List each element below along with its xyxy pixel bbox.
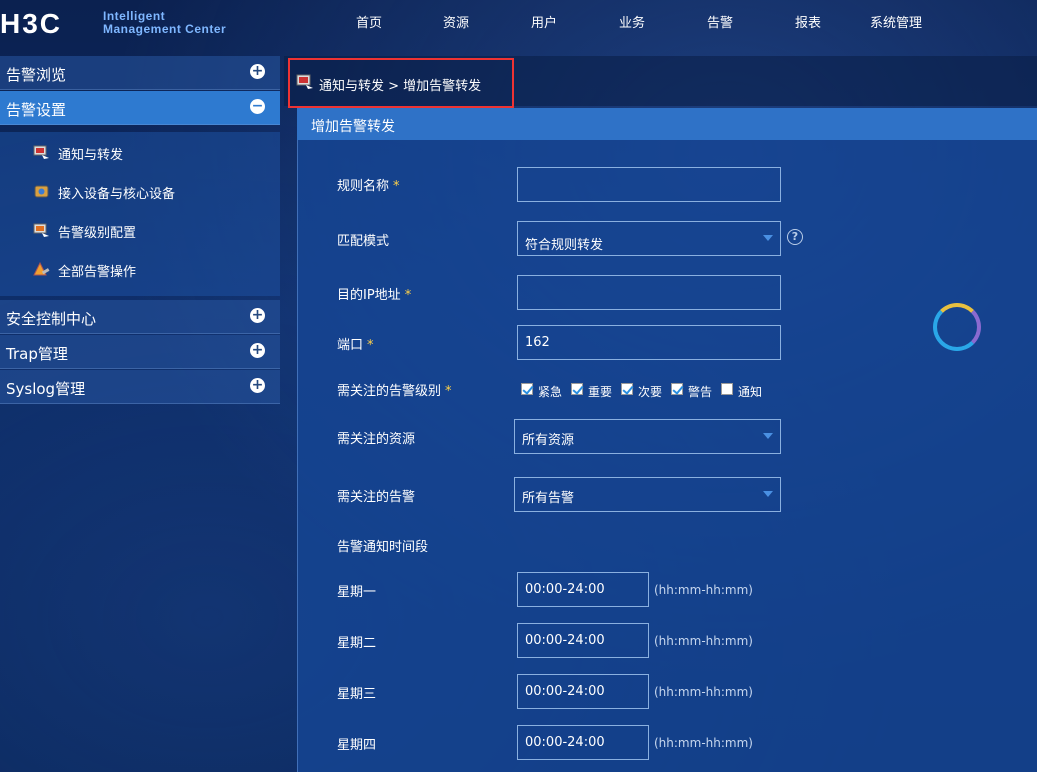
- time-format-hint: (hh:mm-hh:mm): [654, 736, 753, 750]
- time-format-hint: (hh:mm-hh:mm): [654, 583, 753, 597]
- level-major-label: 重要: [588, 385, 613, 399]
- monday-label: 星期一: [337, 585, 377, 600]
- breadcrumb[interactable]: 通知与转发 > 增加告警转发: [319, 75, 481, 94]
- match-mode-select[interactable]: 符合规则转发: [517, 221, 781, 256]
- time-format-hint: (hh:mm-hh:mm): [654, 634, 753, 648]
- alarms-label: 需关注的告警: [337, 490, 416, 505]
- notify-forward-icon: [296, 74, 313, 89]
- time-format-hint: (hh:mm-hh:mm): [654, 685, 753, 699]
- sidebar-section-label: 告警设置: [6, 101, 67, 119]
- panel-title-bar: 增加告警转发: [297, 108, 1037, 140]
- expand-icon[interactable]: +: [250, 64, 265, 79]
- alarms-select[interactable]: 所有告警: [514, 477, 781, 512]
- dest-ip-label: 目的IP地址 *: [337, 288, 412, 303]
- wednesday-time-input[interactable]: 00:00-24:00: [517, 674, 649, 709]
- port-label: 端口 *: [337, 338, 374, 353]
- level-critical-checkbox[interactable]: [521, 383, 533, 395]
- chevron-down-icon: [763, 433, 773, 439]
- expand-icon[interactable]: +: [250, 343, 265, 358]
- nav-alarm[interactable]: 告警: [707, 12, 733, 31]
- sidebar-section-label: 告警浏览: [6, 66, 67, 84]
- level-minor-label: 次要: [638, 385, 663, 399]
- logo-brand: H3C: [0, 8, 63, 39]
- level-warning-checkbox[interactable]: [671, 383, 683, 395]
- dest-ip-input[interactable]: [517, 275, 781, 310]
- rule-name-input[interactable]: [517, 167, 781, 202]
- sidebar-section-trap[interactable]: Trap管理 +: [0, 335, 280, 369]
- rule-name-label: 规则名称 *: [337, 179, 400, 194]
- notify-forward-icon: [33, 145, 49, 159]
- top-header: H3C Intelligent Management Center 首页 资源 …: [0, 0, 1037, 56]
- tuesday-label: 星期二: [337, 636, 377, 651]
- sidebar-section-syslog[interactable]: Syslog管理 +: [0, 370, 280, 404]
- device-icon: [34, 185, 49, 198]
- sidebar-section-label: Syslog管理: [6, 380, 86, 398]
- expand-icon[interactable]: +: [250, 378, 265, 393]
- level-major-checkbox[interactable]: [571, 383, 583, 395]
- sidebar: 告警浏览 + 告警设置 − 通知与转发 接入设备与核心设备 告警级别配置 全部告…: [0, 56, 282, 772]
- port-input[interactable]: 162: [517, 325, 781, 360]
- chevron-down-icon: [763, 235, 773, 241]
- monday-time-input[interactable]: 00:00-24:00: [517, 572, 649, 607]
- level-warning-label: 警告: [688, 385, 713, 399]
- nav-service[interactable]: 业务: [619, 12, 645, 31]
- nav-user[interactable]: 用户: [531, 12, 557, 31]
- logo-subtitle: Intelligent Management Center: [103, 9, 227, 36]
- sidebar-section-alarm-settings[interactable]: 告警设置 −: [0, 91, 280, 125]
- alarm-level-icon: [33, 223, 49, 237]
- expand-icon[interactable]: +: [250, 308, 265, 323]
- nav-system[interactable]: 系统管理: [870, 12, 922, 31]
- sidebar-section-label: Trap管理: [6, 345, 68, 363]
- page-title: 增加告警转发: [311, 119, 395, 135]
- resources-select[interactable]: 所有资源: [514, 419, 781, 454]
- level-minor-checkbox[interactable]: [621, 383, 633, 395]
- sidebar-section-security-center[interactable]: 安全控制中心 +: [0, 300, 280, 334]
- chevron-down-icon: [763, 491, 773, 497]
- help-icon[interactable]: ?: [787, 229, 803, 245]
- thursday-time-input[interactable]: 00:00-24:00: [517, 725, 649, 760]
- collapse-icon[interactable]: −: [250, 99, 265, 114]
- sidebar-submenu: 通知与转发 接入设备与核心设备 告警级别配置 全部告警操作: [0, 132, 280, 296]
- thursday-label: 星期四: [337, 738, 377, 753]
- loading-spinner-icon: [933, 303, 981, 351]
- nav-resource[interactable]: 资源: [443, 12, 469, 31]
- sidebar-section-alarm-browse[interactable]: 告警浏览 +: [0, 56, 280, 90]
- level-info-checkbox[interactable]: [721, 383, 733, 395]
- alarm-operation-icon: [33, 262, 50, 276]
- level-info-label: 通知: [738, 385, 763, 399]
- resources-label: 需关注的资源: [337, 432, 416, 447]
- level-critical-label: 紧急: [538, 385, 563, 399]
- time-period-label: 告警通知时间段: [337, 540, 429, 555]
- nav-home[interactable]: 首页: [356, 12, 382, 31]
- tuesday-time-input[interactable]: 00:00-24:00: [517, 623, 649, 658]
- alarm-levels-label: 需关注的告警级别 *: [337, 384, 452, 399]
- nav-report[interactable]: 报表: [795, 12, 821, 31]
- match-mode-label: 匹配模式: [337, 234, 390, 249]
- wednesday-label: 星期三: [337, 687, 377, 702]
- sidebar-section-label: 安全控制中心: [6, 310, 97, 328]
